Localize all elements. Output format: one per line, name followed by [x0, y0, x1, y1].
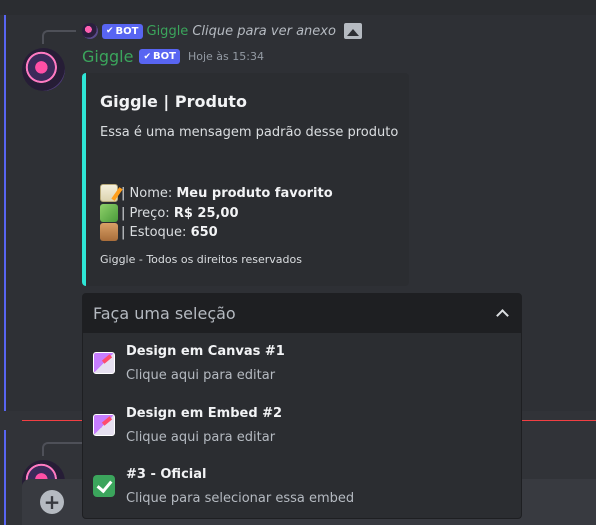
avatar[interactable]	[22, 48, 65, 91]
option-description: Clique para selecionar essa embed	[126, 491, 355, 506]
package-icon	[100, 223, 118, 241]
select-option[interactable]: #3 - Oficial Clique para selecionar essa…	[83, 456, 521, 518]
check-icon	[93, 475, 115, 497]
embed-field-name: | Nome: Meu produto favorito	[100, 184, 333, 202]
field-value: Meu produto favorito	[176, 185, 333, 201]
embed: Giggle | Produto Essa é uma mensagem pad…	[82, 73, 409, 286]
reply-username[interactable]: Giggle	[147, 24, 189, 39]
embed-field-stock: | Estoque: 650	[100, 223, 218, 241]
reply-avatar[interactable]	[82, 23, 98, 39]
image-icon	[343, 23, 362, 39]
bot-tag-label: BOT	[115, 25, 139, 37]
select-menu[interactable]: Faça uma seleção	[82, 293, 522, 333]
canvas-icon	[93, 414, 115, 436]
reply-connector	[42, 442, 82, 456]
select-dropdown: Design em Canvas #1 Clique aqui para edi…	[82, 333, 522, 519]
username[interactable]: Giggle	[82, 47, 133, 66]
option-label: Design em Canvas #1	[126, 344, 285, 359]
field-label: | Preço:	[121, 205, 170, 221]
add-attachment-button[interactable]: +	[40, 490, 64, 514]
option-label: #3 - Oficial	[126, 467, 207, 482]
field-label: | Estoque:	[121, 224, 187, 240]
embed-field-price: | Preço: R$ 25,00	[100, 204, 239, 222]
top-strip	[0, 0, 596, 15]
verified-check-icon: ✔	[143, 51, 151, 62]
message-header: Giggle ✔ BOT Hoje às 15:34	[82, 47, 264, 66]
highlight-rail	[4, 15, 6, 411]
memo-icon	[100, 184, 118, 202]
field-value: 650	[190, 224, 218, 240]
reply-text[interactable]: Clique para ver anexo	[192, 24, 336, 39]
select-placeholder: Faça uma seleção	[93, 303, 236, 323]
field-label: | Nome:	[121, 185, 173, 201]
reply-connector	[42, 30, 76, 44]
embed-footer: Giggle - Todos os direitos reservados	[100, 253, 302, 266]
chevron-up-icon	[496, 308, 509, 322]
bot-tag: ✔ BOT	[102, 23, 143, 39]
canvas-icon	[93, 352, 115, 374]
field-value: R$ 25,00	[173, 205, 239, 221]
select-option[interactable]: Design em Embed #2 Clique aqui para edit…	[83, 395, 521, 457]
highlight-rail-lower	[4, 430, 6, 525]
embed-title: Giggle | Produto	[100, 92, 247, 111]
select-option[interactable]: Design em Canvas #1 Clique aqui para edi…	[83, 333, 521, 395]
timestamp[interactable]: Hoje às 15:34	[188, 50, 264, 63]
embed-description: Essa é uma mensagem padrão desse produto	[100, 125, 399, 140]
option-description: Clique aqui para editar	[126, 430, 276, 445]
money-icon	[100, 204, 118, 222]
bot-tag-label: BOT	[153, 51, 176, 62]
verified-check-icon: ✔	[106, 26, 114, 36]
option-label: Design em Embed #2	[126, 406, 283, 421]
option-description: Clique aqui para editar	[126, 368, 276, 383]
reply-preview[interactable]: ✔ BOT Giggle Clique para ver anexo	[82, 21, 362, 41]
bot-tag: ✔ BOT	[139, 49, 180, 64]
